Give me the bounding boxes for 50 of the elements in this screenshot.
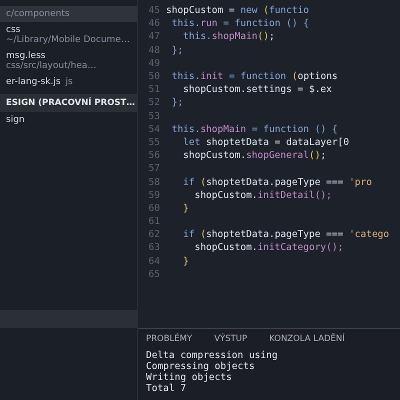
code-line: this.shopMain(); xyxy=(182,31,275,42)
file-item[interactable]: msg.less css/src/layout/hea… xyxy=(0,48,137,74)
code-line: }; xyxy=(170,97,184,108)
line-number: 51 xyxy=(148,84,160,96)
terminal-line: Writing objects xyxy=(146,372,233,383)
code-line: if (shoptetData.pageType === 'pro xyxy=(182,176,372,188)
code-line: this.shopMain = function () { xyxy=(170,124,338,135)
line-number: 59 xyxy=(148,190,160,201)
code-line: } xyxy=(182,202,189,214)
line-number: 64 xyxy=(148,256,160,267)
line-number: 45 xyxy=(148,5,160,16)
code-line: }; xyxy=(170,44,184,56)
code-line: shopCustom.shopGeneral(); xyxy=(182,150,326,162)
code-line: let shoptetData = dataLayer[0 xyxy=(182,136,350,148)
line-number: 57 xyxy=(148,163,160,174)
code-line: if (shoptetData.pageType === 'catego xyxy=(182,229,390,240)
code-line: } xyxy=(182,256,189,267)
line-number: 53 xyxy=(148,110,160,122)
folder-item[interactable]: sign xyxy=(0,112,137,128)
line-number: 58 xyxy=(148,176,160,188)
workspace-header[interactable]: ESIGN (PRACOVNÍ PROST… xyxy=(0,94,137,112)
line-number: 60 xyxy=(148,202,160,214)
code-line: shopCustom = new (functio xyxy=(166,5,310,16)
code-line: shopCustom.initDetail(); xyxy=(194,190,332,201)
file-item[interactable]: er-lang-sk.js js xyxy=(0,74,137,90)
line-number: 55 xyxy=(148,136,160,148)
terminal-line: Compressing objects xyxy=(146,361,256,372)
file-item[interactable]: css ~/Library/Mobile Docume… xyxy=(0,22,137,48)
line-number: 47 xyxy=(148,31,160,42)
code-line: this.run = function () { xyxy=(170,18,310,30)
line-number: 63 xyxy=(148,242,160,254)
line-number: 52 xyxy=(148,97,160,108)
line-number: 61 xyxy=(148,216,160,228)
panel-tab[interactable]: KONZOLA LADĚNÍ xyxy=(269,334,345,344)
line-number: 56 xyxy=(148,150,160,162)
code-line: shopCustom.settings = $.ex xyxy=(182,84,332,96)
line-number: 50 xyxy=(148,71,160,82)
line-number: 48 xyxy=(148,44,160,56)
terminal-line: Total 7 xyxy=(146,383,188,394)
panel-tab[interactable]: PROBLÉMY xyxy=(146,334,192,344)
code-line: shopCustom.initCategory(); xyxy=(194,242,344,254)
file-item[interactable]: c/components xyxy=(0,6,137,22)
line-number: 49 xyxy=(148,58,160,69)
code-line: this.init = function (options xyxy=(170,71,338,82)
line-number: 62 xyxy=(148,229,160,240)
panel-tab[interactable]: VÝSTUP xyxy=(214,334,248,344)
line-number: 65 xyxy=(148,268,160,280)
terminal-line: Delta compression using xyxy=(146,350,279,361)
line-number: 54 xyxy=(148,124,160,135)
line-number: 46 xyxy=(148,18,160,30)
